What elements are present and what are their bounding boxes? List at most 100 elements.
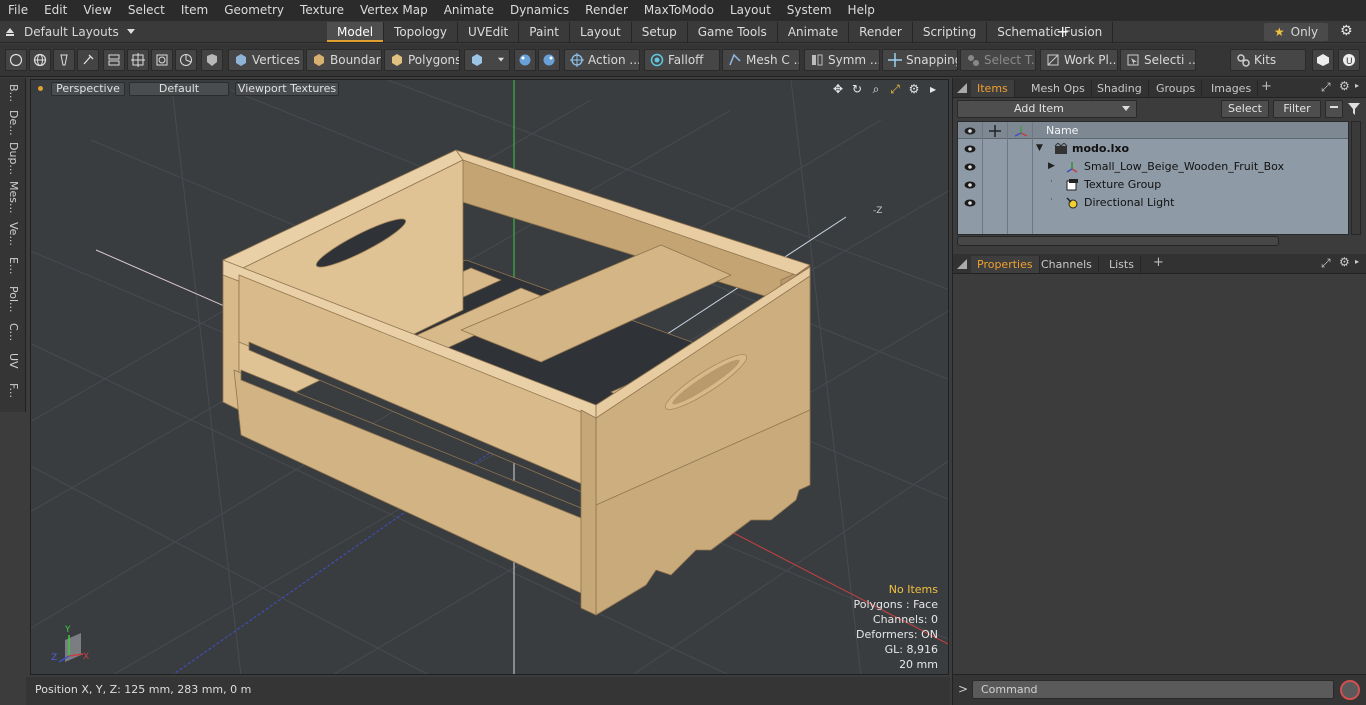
viewport-gear-icon[interactable]: ⚙ [907, 82, 921, 96]
tab-setup[interactable]: Setup [632, 22, 688, 42]
viewport-textures-button[interactable]: Viewport Textures [235, 82, 339, 96]
tab-items[interactable]: Items [971, 80, 1015, 97]
item-list-horizontal-scrollbar[interactable] [957, 236, 1279, 246]
play-arrow-icon[interactable]: ▸ [926, 82, 940, 96]
left-tab-fusion[interactable]: F... [4, 376, 22, 406]
select-through-button[interactable]: Select T... [960, 49, 1036, 71]
filter-button[interactable]: Filter [1273, 100, 1321, 118]
menu-item[interactable]: Item [173, 0, 216, 21]
menu-select[interactable]: Select [120, 0, 173, 21]
move-view-icon[interactable]: ✥ [831, 82, 845, 96]
unity-button[interactable] [1312, 49, 1334, 71]
tab-uvedit[interactable]: UVEdit [458, 22, 520, 42]
tab-groups[interactable]: Groups [1150, 80, 1203, 97]
expand-arrow-icon[interactable]: ▶ [1048, 161, 1055, 171]
tab-game-tools[interactable]: Game Tools [688, 22, 778, 42]
add-item-dropdown[interactable]: Add Item [957, 100, 1137, 118]
align-button[interactable] [103, 49, 125, 71]
kits-button[interactable]: Kits [1230, 49, 1306, 71]
left-tab-curve[interactable]: C... [4, 320, 22, 344]
panel-gear-icon[interactable]: ⚙ [1339, 255, 1350, 269]
collapse-button[interactable] [1325, 100, 1343, 118]
tab-scripting[interactable]: Scripting [913, 22, 988, 42]
layouts-dropdown[interactable]: Default Layouts [4, 23, 135, 41]
snapping-button[interactable]: Snapping [882, 49, 958, 71]
command-input[interactable] [972, 680, 1334, 699]
funnel-icon[interactable] [1347, 102, 1361, 116]
left-tab-edge[interactable]: E... [4, 254, 22, 278]
item-mode-button[interactable] [201, 49, 223, 71]
mesh-constraint-button[interactable]: Mesh C ... [722, 49, 800, 71]
menu-system[interactable]: System [779, 0, 840, 21]
tab-layout[interactable]: Layout [570, 22, 632, 42]
visibility-eye-icon[interactable] [964, 179, 976, 191]
expand-panel-icon[interactable]: ⤢ [1321, 256, 1331, 271]
left-tab-mesh-edit[interactable]: Mes... [4, 180, 22, 214]
menu-render[interactable]: Render [577, 0, 636, 21]
tab-channels[interactable]: Channels [1035, 256, 1099, 273]
visibility-eye-icon[interactable] [964, 143, 976, 155]
name-column-header[interactable]: Name [1046, 124, 1078, 137]
add-panel-tab-icon[interactable]: + [1261, 79, 1272, 94]
tab-properties[interactable]: Properties [971, 256, 1040, 273]
left-tab-uv[interactable]: UV [4, 350, 22, 372]
expand-arrow-icon[interactable]: ▼ [1036, 143, 1043, 153]
item-row-light[interactable]: · Directional Light [958, 194, 1348, 212]
item-list-vertical-scrollbar[interactable] [1351, 121, 1361, 235]
visibility-eye-icon[interactable] [964, 197, 976, 209]
tab-paint[interactable]: Paint [519, 22, 570, 42]
pie-button[interactable] [175, 49, 197, 71]
expand-panel-icon[interactable]: ⤢ [1321, 80, 1331, 95]
item-row-mesh[interactable]: ▶ Small_Low_Beige_Wooden_Fruit_Box [958, 158, 1348, 176]
work-plane-button[interactable]: Work Pl... [1040, 49, 1118, 71]
menu-edit[interactable]: Edit [36, 0, 75, 21]
tab-mesh-ops[interactable]: Mesh Ops [1025, 80, 1092, 97]
falloff-button[interactable]: Falloff [644, 49, 720, 71]
boundary-button[interactable]: Boundary [306, 49, 382, 71]
tab-lists[interactable]: Lists [1103, 256, 1141, 273]
panel-arrow-icon[interactable]: ▸ [1355, 81, 1359, 90]
visibility-eye-icon[interactable] [964, 161, 976, 173]
select-circle-button[interactable] [5, 49, 27, 71]
left-tab-basic[interactable]: B... [4, 82, 22, 104]
tab-images[interactable]: Images [1205, 80, 1259, 97]
menu-texture[interactable]: Texture [292, 0, 352, 21]
menu-maxtomodo[interactable]: MaxToModo [636, 0, 722, 21]
action-center-button[interactable]: Action ... [564, 49, 640, 71]
viewport-options-icon[interactable] [38, 86, 43, 91]
brush-tool-button[interactable] [77, 49, 99, 71]
gear-icon[interactable]: ⚙ [1340, 23, 1353, 39]
vertices-button[interactable]: Vertices [228, 49, 304, 71]
menu-view[interactable]: View [75, 0, 119, 21]
polygons-button[interactable]: Polygons [384, 49, 460, 71]
pen-tool-button[interactable] [53, 49, 75, 71]
panel-menu-icon[interactable] [957, 259, 967, 269]
add-tab-icon[interactable]: + [1056, 22, 1069, 42]
add-panel-tab-icon[interactable]: + [1153, 255, 1164, 270]
3d-viewport[interactable]: -Z Y X Z Perspective Default Viewport Te… [30, 79, 949, 675]
tab-render[interactable]: Render [849, 22, 913, 42]
grid-button[interactable] [127, 49, 149, 71]
menu-dynamics[interactable]: Dynamics [502, 0, 577, 21]
item-row-scene[interactable]: ▼ modo.lxo [958, 140, 1348, 158]
menu-animate[interactable]: Animate [436, 0, 502, 21]
view-mode-button[interactable]: Perspective [51, 82, 125, 96]
target-button[interactable] [151, 49, 173, 71]
menu-geometry[interactable]: Geometry [216, 0, 292, 21]
tab-schematic-fusion[interactable]: Schematic Fusion [987, 22, 1114, 42]
tab-animate[interactable]: Animate [778, 22, 850, 42]
menu-help[interactable]: Help [840, 0, 883, 21]
panel-arrow-icon[interactable]: ▸ [1355, 257, 1359, 266]
left-tab-vertex[interactable]: Ve... [4, 220, 22, 248]
menu-vertex-map[interactable]: Vertex Map [352, 0, 436, 21]
tab-shading[interactable]: Shading [1091, 80, 1149, 97]
left-tab-duplicate[interactable]: Dup... [4, 142, 22, 174]
only-toggle[interactable]: ★ Only [1264, 23, 1328, 41]
maximize-icon[interactable]: ⤢ [888, 82, 902, 96]
shading-mode-button[interactable]: Default [129, 82, 229, 96]
item-type-dropdown[interactable] [464, 49, 510, 71]
tab-topology[interactable]: Topology [384, 22, 459, 42]
tab-model[interactable]: Model [327, 22, 385, 42]
left-tab-polygon[interactable]: Pol... [4, 284, 22, 314]
menu-file[interactable]: File [0, 0, 36, 21]
